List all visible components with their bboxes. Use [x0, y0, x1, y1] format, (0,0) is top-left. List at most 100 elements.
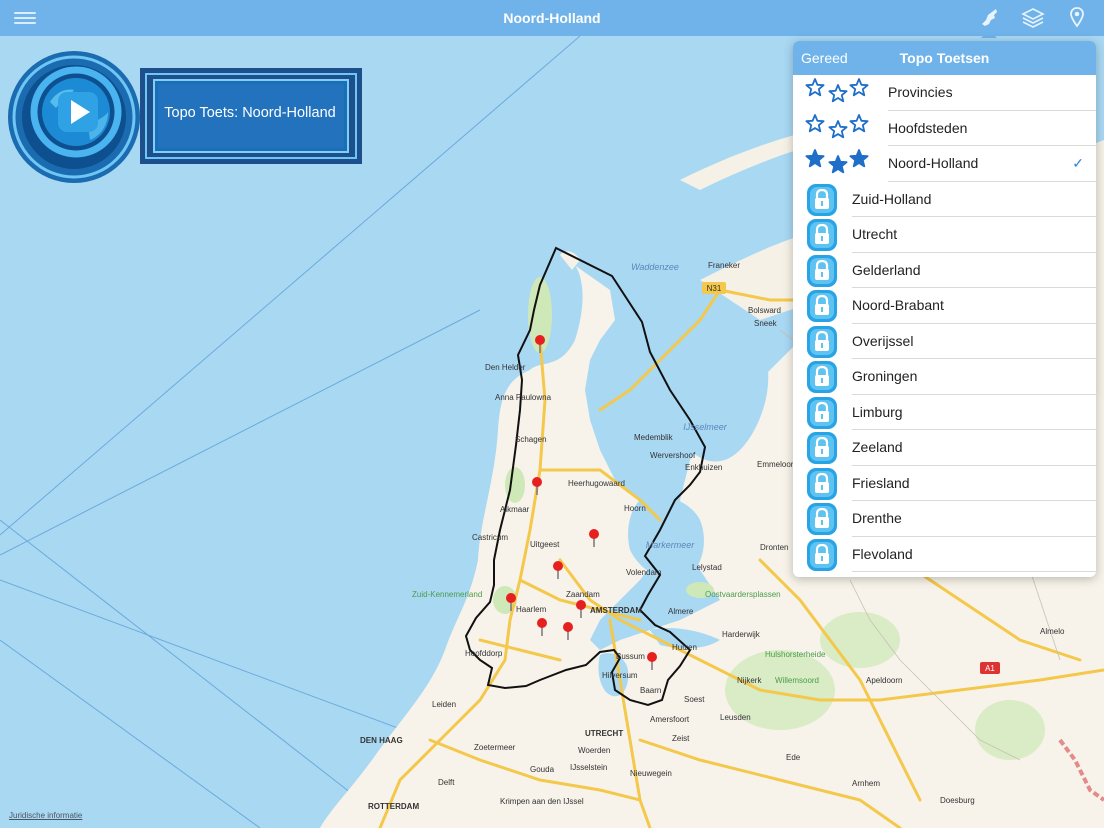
test-list-item-label: Zuid-Holland: [852, 190, 932, 207]
test-list-item-label: Overijssel: [852, 332, 914, 349]
test-list-item-label: Limburg: [852, 403, 903, 420]
label-haarlem: Haarlem: [516, 605, 547, 614]
lock-icon: [807, 396, 837, 429]
label-zaandam: Zaandam: [566, 590, 600, 599]
test-list-item[interactable]: Drenthe: [793, 501, 1096, 537]
svg-text:N31: N31: [707, 284, 722, 293]
label-soest: Soest: [684, 695, 705, 704]
test-list-item-label: Provincies: [888, 84, 953, 100]
label-zeist: Zeist: [672, 734, 690, 743]
test-list-item[interactable]: Hoofdsteden: [793, 111, 1096, 146]
test-list-item[interactable]: Provincies: [793, 75, 1096, 111]
legal-link[interactable]: Juridische informatie: [9, 811, 82, 820]
checkmark-icon: ✓: [1072, 155, 1084, 171]
label-dronten: Dronten: [760, 543, 788, 552]
label-leiden: Leiden: [432, 700, 456, 709]
label-schagen: Schagen: [515, 435, 547, 444]
region-map-icon[interactable]: [977, 6, 1001, 30]
label-zuid-kennemerland: Zuid-Kennemerland: [412, 590, 482, 599]
popover-title: Topo Toetsen: [899, 50, 990, 66]
test-list-item[interactable]: Limburg: [793, 395, 1096, 430]
test-list-item[interactable]: Friesland: [793, 466, 1096, 501]
test-list: Provincies Hoofdsteden Noord-Holland ✓ Zuid-…: [793, 75, 1096, 572]
label-gouda: Gouda: [530, 765, 555, 774]
lock-icon: [807, 325, 837, 358]
label-heerhugowaard: Heerhugowaard: [568, 479, 625, 488]
test-list-item[interactable]: Flevoland: [793, 537, 1096, 572]
stars-filled-icon: [805, 149, 869, 174]
label-arnhem: Arnhem: [852, 779, 880, 788]
test-list-item-label: Flevoland: [852, 545, 913, 562]
label-ede: Ede: [786, 753, 801, 762]
label-leusden: Leusden: [720, 713, 751, 722]
page-title: Noord-Holland: [503, 10, 601, 26]
test-list-item[interactable]: Noord-Holland ✓: [793, 146, 1096, 182]
layers-icon[interactable]: [1021, 6, 1045, 30]
label-lelystad: Lelystad: [692, 563, 722, 572]
label-alkmaar: Alkmaar: [500, 505, 530, 514]
test-list-item-label: Gelderland: [852, 261, 921, 278]
lock-icon: [807, 219, 837, 251]
test-list-item-label: Groningen: [852, 368, 918, 384]
lock-icon: [807, 503, 837, 535]
lock-icon: [807, 361, 837, 393]
label-uitgeest: Uitgeest: [530, 540, 560, 549]
label-anna-paulowna: Anna Paulowna: [495, 393, 552, 402]
lock-icon: [807, 254, 837, 287]
label-bolsward: Bolsward: [748, 306, 781, 315]
popover-arrow: [981, 30, 997, 38]
lock-icon: [807, 183, 837, 216]
lock-icon: [807, 538, 837, 571]
label-volendam: Volendam: [626, 568, 662, 577]
label-bussum: Bussum: [616, 652, 645, 661]
label-amersfoort: Amersfoort: [650, 715, 690, 724]
label-baarn: Baarn: [640, 686, 661, 695]
label-rotterdam: ROTTERDAM: [368, 802, 419, 811]
label-den-haag: DEN HAAG: [360, 736, 403, 745]
road-shield-n31: N31: [702, 282, 726, 294]
label-zoetermeer: Zoetermeer: [474, 743, 516, 752]
location-pin-icon[interactable]: [1065, 6, 1089, 30]
test-list-item[interactable]: Groningen: [793, 359, 1096, 395]
test-list-item-label: Noord-Holland: [888, 155, 979, 171]
road-shield-a1: A1: [980, 662, 1000, 674]
label-almelo: Almelo: [1040, 627, 1065, 636]
test-list-item[interactable]: Utrecht: [793, 217, 1096, 253]
test-title: Topo Toets: Noord-Holland: [164, 104, 336, 121]
label-castricum: Castricum: [472, 533, 508, 542]
stars-outline-icon: [805, 78, 869, 103]
label-doesburg: Doesburg: [940, 796, 975, 805]
label-amsterdam: AMSTERDAM: [590, 606, 642, 615]
svg-text:A1: A1: [985, 664, 995, 673]
label-huizen: Huizen: [672, 643, 697, 652]
popover-header: Gereed Topo Toetsen: [793, 41, 1096, 75]
test-list-item-label: Drenthe: [852, 510, 902, 526]
label-emmeloord: Emmeloord: [757, 460, 798, 469]
label-oostvaardersplassen: Oostvaardersplassen: [705, 590, 781, 599]
label-harderwijk: Harderwijk: [722, 630, 761, 639]
label-nieuwegein: Nieuwegein: [630, 769, 672, 778]
test-list-item-label: Zeeland: [852, 439, 903, 455]
test-banner[interactable]: Topo Toets: Noord-Holland: [138, 66, 364, 166]
lock-icon: [807, 467, 837, 500]
tests-popover: Gereed Topo Toetsen Provincies Hoofdstede…: [793, 41, 1096, 577]
test-list-item[interactable]: Noord-Brabant: [793, 288, 1096, 324]
label-delft: Delft: [438, 778, 455, 787]
label-enkhuizen: Enkhuizen: [685, 463, 722, 472]
test-list-item-label: Friesland: [852, 474, 910, 491]
play-button[interactable]: [4, 40, 146, 188]
label-ijsselstein: IJsselstein: [570, 763, 607, 772]
test-list-item[interactable]: Zuid-Holland: [793, 182, 1096, 217]
lock-icon: [807, 432, 837, 464]
test-list-item[interactable]: Gelderland: [793, 253, 1096, 288]
test-list-item-label: Noord-Brabant: [852, 297, 944, 313]
test-list-item[interactable]: Zeeland: [793, 430, 1096, 466]
label-apeldoorn: Apeldoorn: [866, 676, 902, 685]
label-waddenzee: Waddenzee: [631, 262, 679, 272]
label-ijsselmeer: IJsselmeer: [683, 422, 728, 432]
label-utrecht: UTRECHT: [585, 729, 623, 738]
label-hoorn: Hoorn: [624, 504, 646, 513]
label-nijkerk: Nijkerk: [737, 676, 762, 685]
label-medemblik: Medemblik: [634, 433, 674, 442]
test-list-item[interactable]: Overijssel: [793, 324, 1096, 359]
